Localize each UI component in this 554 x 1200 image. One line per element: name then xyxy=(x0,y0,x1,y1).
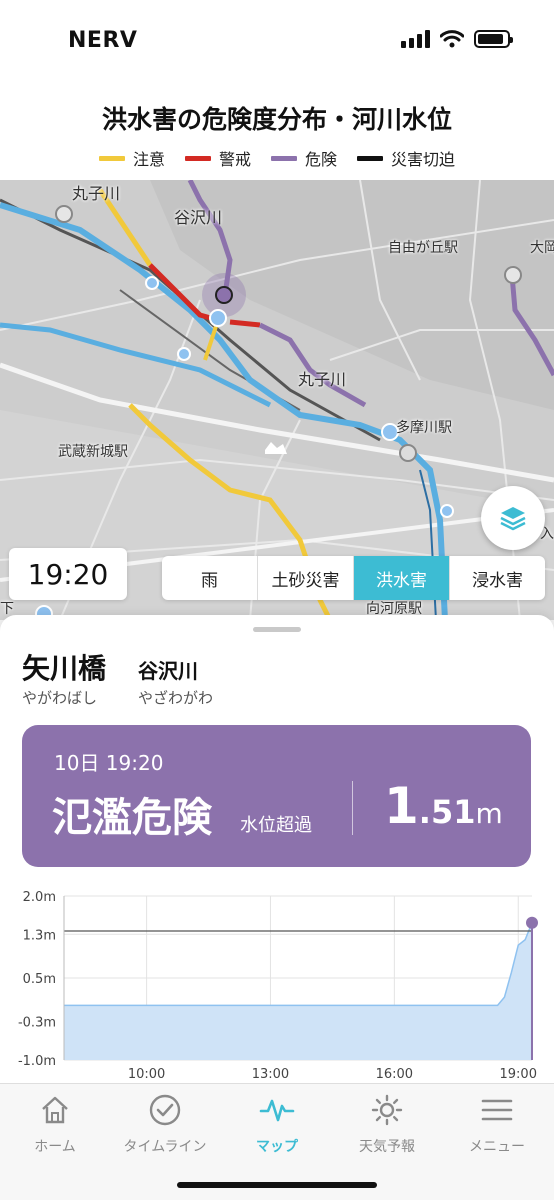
battery-icon xyxy=(474,30,513,48)
home-indicator xyxy=(177,1182,377,1188)
x-tick-label: 10:00 xyxy=(128,1067,165,1082)
alert-divider xyxy=(352,781,353,835)
nav-item-map[interactable]: マップ xyxy=(222,1092,332,1156)
map-label-tamagawa-station: 多摩川駅 xyxy=(396,420,452,436)
signal-icon xyxy=(401,30,430,48)
y-tick-label: 2.0m xyxy=(23,890,56,905)
layers-icon xyxy=(500,507,526,531)
nav-item-home[interactable]: ホーム xyxy=(0,1092,110,1156)
time-display[interactable]: 19:20 xyxy=(9,548,127,600)
legend-label: 警戒 xyxy=(218,150,251,169)
nav-label: ホーム xyxy=(34,1139,76,1155)
map-header: 洪水害の危険度分布・河川水位 注意 警戒 危険 災害切迫 xyxy=(0,84,554,180)
alert-card: 10日 19:20 氾濫危険 水位超過 1.51m xyxy=(22,725,531,867)
map-label-musashi-shinjo-station: 武蔵新城駅 xyxy=(58,444,128,460)
status-icons xyxy=(401,30,513,48)
legend-item-danger: 危険 xyxy=(271,146,337,170)
station-river: 谷沢川 xyxy=(138,659,198,683)
water-level-area xyxy=(64,922,532,1060)
battery-level xyxy=(478,34,504,44)
legend-item-imminent: 災害切迫 xyxy=(357,146,455,170)
legend-label: 危険 xyxy=(305,150,338,169)
check-circle-icon xyxy=(147,1092,183,1128)
legend-swatch xyxy=(271,155,297,161)
nav-label: マップ xyxy=(256,1139,298,1155)
station-name-kana: やがわばし xyxy=(22,689,98,707)
sun-icon xyxy=(369,1092,405,1128)
nav-label: 天気予報 xyxy=(359,1139,415,1155)
nav-label: メニュー xyxy=(469,1139,525,1155)
nav-label: タイムライン xyxy=(123,1139,207,1155)
nav-item-timeline[interactable]: タイムライン xyxy=(110,1092,220,1156)
status-bar: NERV xyxy=(0,0,554,84)
nav-item-menu[interactable]: メニュー xyxy=(442,1092,552,1156)
hazard-tabs: 雨 土砂災害 洪水害 浸水害 xyxy=(162,556,545,600)
page-title: 洪水害の危険度分布・河川水位 xyxy=(101,105,452,134)
water-level-chart: 2.0m 1.3m 0.5m -0.3m -1.0m 10:00 13:00 16:00 19:… xyxy=(18,890,538,1082)
home-icon xyxy=(37,1092,73,1128)
tab-rain[interactable]: 雨 xyxy=(162,556,258,600)
alert-sub-label: 水位超過 xyxy=(240,815,312,836)
map-label-yazawa-river: 谷沢川 xyxy=(174,208,223,227)
wifi-icon xyxy=(440,30,464,48)
y-tick-label: 1.3m xyxy=(23,928,56,943)
legend-label: 注意 xyxy=(132,150,165,169)
x-tick-label: 19:00 xyxy=(500,1067,537,1082)
map-label-ooka: 大岡 xyxy=(530,240,554,256)
current-value-point xyxy=(526,916,538,929)
legend-swatch xyxy=(357,155,384,161)
water-level-value: 1.51m xyxy=(384,777,503,835)
y-tick-label: 0.5m xyxy=(23,972,56,987)
pulse-icon xyxy=(259,1092,295,1128)
y-tick-label: -0.3m xyxy=(18,1016,56,1031)
map-label-maruko-river: 丸子川 xyxy=(72,184,121,203)
layers-button[interactable] xyxy=(481,486,545,550)
y-tick-label: -1.0m xyxy=(18,1054,56,1069)
legend-swatch xyxy=(98,155,125,161)
carrier-name: NERV xyxy=(68,28,138,53)
water-level-line xyxy=(64,922,533,1007)
alert-time: 10日 19:20 xyxy=(54,751,164,775)
tab-landslide[interactable]: 土砂災害 xyxy=(258,556,354,600)
water-level-unit: m xyxy=(475,797,503,830)
river-name-kana: やざわがわ xyxy=(138,689,214,707)
legend-item-caution: 注意 xyxy=(98,146,165,170)
legend-item-warning: 警戒 xyxy=(184,146,251,170)
menu-icon xyxy=(479,1092,515,1128)
water-level-int: 1 xyxy=(384,777,419,835)
alert-level: 氾濫危険 xyxy=(52,795,212,841)
x-tick-label: 16:00 xyxy=(376,1067,413,1082)
x-tick-label: 13:00 xyxy=(252,1067,289,1082)
map-label-maruko-river: 丸子川 xyxy=(298,370,347,389)
station-name: 矢川橋 xyxy=(22,652,107,685)
tab-inundation[interactable]: 浸水害 xyxy=(450,556,545,600)
tab-flood[interactable]: 洪水害 xyxy=(354,556,450,600)
legend-swatch xyxy=(184,155,211,161)
nav-item-weather[interactable]: 天気予報 xyxy=(332,1092,442,1156)
legend-label: 災害切迫 xyxy=(391,150,456,169)
sheet-drag-handle[interactable] xyxy=(253,627,301,632)
map-label-jiyugaoka-station: 自由が丘駅 xyxy=(388,240,458,256)
water-level-decimal: .51 xyxy=(418,793,476,831)
legend: 注意 警戒 危険 災害切迫 xyxy=(0,146,554,170)
bottom-nav: ホーム タイムライン マップ 天気予報 メニュー xyxy=(0,1083,554,1200)
station-sheet: 矢川橋 谷沢川 やがわばし やざわがわ 10日 19:20 氾濫危険 水位超過 … xyxy=(0,615,554,1085)
